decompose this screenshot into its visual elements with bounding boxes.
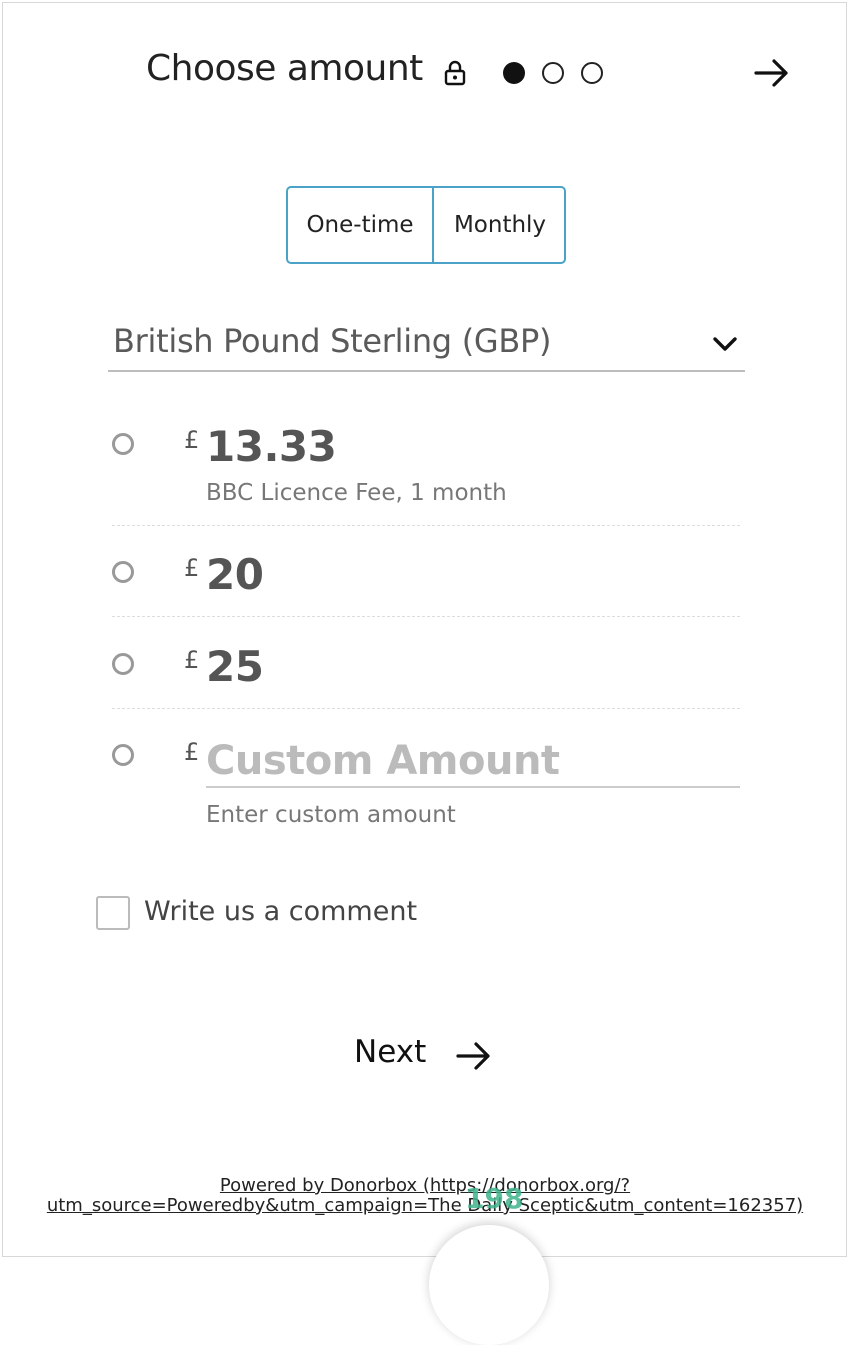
step-indicator-3: [581, 62, 603, 84]
monthly-button[interactable]: Monthly: [434, 188, 566, 262]
custom-amount-option[interactable]: £ Custom Amount Enter custom amount: [110, 732, 740, 842]
custom-amount-input[interactable]: Custom Amount: [206, 738, 740, 788]
comment-label: Write us a comment: [144, 896, 418, 927]
amount-option-1[interactable]: £ 13.33 BBC Licence Fee, 1 month: [110, 420, 740, 530]
amount-radio[interactable]: [112, 433, 134, 455]
custom-amount-radio[interactable]: [112, 744, 134, 766]
next-button-label: Next: [354, 1034, 427, 1070]
amount-description: BBC Licence Fee, 1 month: [206, 480, 507, 506]
arrow-right-icon[interactable]: [752, 53, 792, 93]
currency-symbol: £: [184, 646, 200, 674]
custom-amount-placeholder: Custom Amount: [206, 738, 560, 784]
step-indicator-2: [542, 62, 564, 84]
one-time-button[interactable]: One-time: [288, 188, 434, 262]
amount-value: 25: [206, 642, 264, 691]
lock-icon: [444, 60, 466, 86]
amount-option-3[interactable]: £ 25: [110, 640, 740, 712]
divider: [112, 708, 740, 709]
frequency-toggle: One-time Monthly: [286, 186, 566, 264]
amount-radio[interactable]: [112, 653, 134, 675]
page-title: Choose amount: [146, 48, 423, 89]
amount-value: 13.33: [206, 422, 337, 471]
comment-checkbox[interactable]: [96, 896, 130, 930]
chevron-down-icon: [713, 337, 737, 351]
overlay-badge: 198: [465, 1182, 524, 1215]
form-header: Choose amount: [0, 38, 849, 102]
divider: [112, 616, 740, 617]
amount-radio[interactable]: [112, 561, 134, 583]
currency-selected-value: British Pound Sterling (GBP): [113, 322, 552, 360]
currency-symbol: £: [184, 426, 200, 454]
amount-value: 20: [206, 550, 264, 599]
amount-option-2[interactable]: £ 20: [110, 548, 740, 620]
currency-symbol: £: [184, 738, 200, 766]
currency-symbol: £: [184, 554, 200, 582]
currency-select[interactable]: British Pound Sterling (GBP): [108, 318, 745, 372]
divider: [112, 525, 740, 526]
next-button[interactable]: Next: [354, 1032, 499, 1078]
powered-by-line-1: Powered by Donorbox (https://donorbox.or…: [219, 1175, 631, 1196]
powered-by-line-2: utm_source=Poweredby&utm_campaign=The Da…: [46, 1195, 804, 1216]
arrow-right-icon: [456, 1042, 490, 1070]
floating-bubble[interactable]: [429, 1225, 549, 1345]
powered-by-link[interactable]: Powered by Donorbox (https://donorbox.or…: [30, 1176, 820, 1216]
step-indicator-1-active: [503, 62, 525, 84]
custom-amount-helper: Enter custom amount: [206, 802, 456, 828]
